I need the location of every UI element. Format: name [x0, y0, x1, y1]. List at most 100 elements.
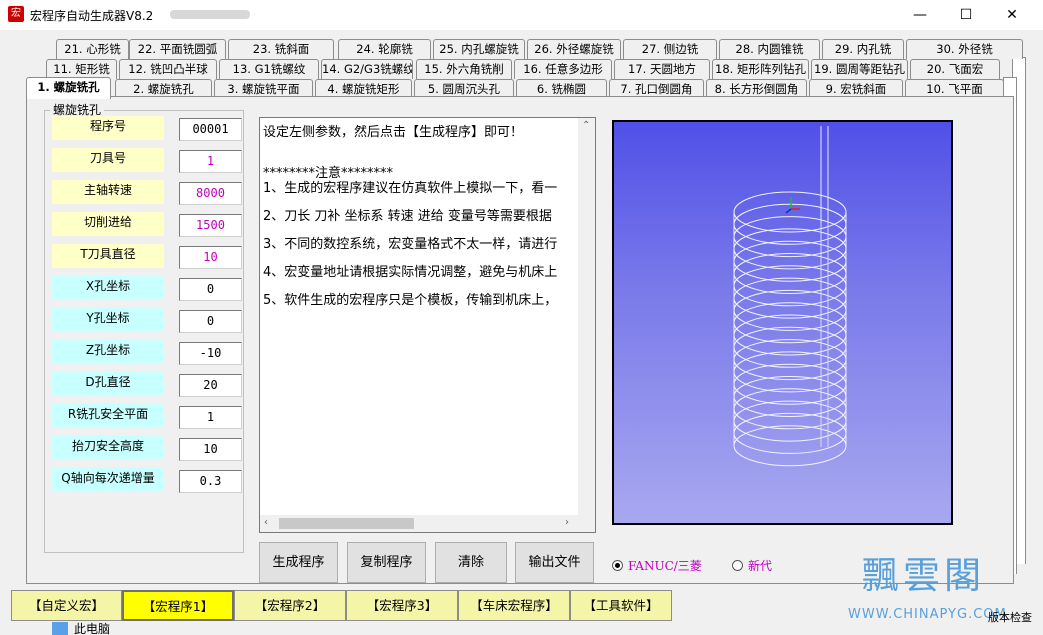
helix-loop: [733, 314, 847, 356]
tab-row2-2[interactable]: 12. 铣凹凸半球: [119, 59, 217, 79]
param-label-9: D孔直径: [52, 372, 164, 396]
window-title: 宏程序自动生成器V8.2: [30, 9, 154, 23]
param-input-10[interactable]: 1: [179, 406, 242, 429]
radio-xindai[interactable]: 新代: [732, 558, 772, 574]
helix-loop: [733, 326, 847, 368]
vertical-scrollbar[interactable]: ⌃: [578, 118, 595, 516]
text-line-4: 1、生成的宏程序建议在仿真软件上模拟一下，看一: [263, 181, 558, 196]
maximize-button[interactable]: ☐: [943, 0, 989, 30]
helix-loop: [733, 388, 847, 430]
helix-loop: [733, 216, 847, 258]
tab-row2-3[interactable]: 13. G1铣螺纹: [219, 59, 319, 79]
tab-row1-1[interactable]: 21. 心形铣: [56, 39, 129, 59]
radio-xindai-label: 新代: [748, 559, 773, 573]
tab-row2-10[interactable]: 20. 飞面宏: [910, 59, 1000, 79]
tab-row1-7[interactable]: 27. 侧边铣: [623, 39, 717, 59]
tab-row1-2[interactable]: 22. 平面铣圆弧: [129, 39, 226, 59]
param-input-8[interactable]: -10: [179, 342, 242, 365]
tab-row1-8[interactable]: 28. 内圆锥铣: [719, 39, 820, 59]
tab-row2-7[interactable]: 17. 天圆地方: [614, 59, 710, 79]
watermark-logo: 飄雲閣: [862, 554, 985, 597]
text-line-8: 5、软件生成的宏程序只是个模板，传输到机床上，: [263, 293, 558, 308]
param-input-6[interactable]: 0: [179, 278, 242, 301]
computer-icon: [52, 622, 68, 635]
param-input-12[interactable]: 0.3: [179, 470, 242, 493]
helix-loop: [733, 289, 847, 331]
bottom-tab-6[interactable]: 【工具软件】: [570, 590, 672, 621]
title-bar: 宏 宏程序自动生成器V8.2 — ☐ ✕: [0, 0, 1043, 30]
param-label-7: Y孔坐标: [52, 308, 164, 332]
helix-loop: [733, 425, 847, 467]
param-input-5[interactable]: 10: [179, 246, 242, 269]
tab-row1-6[interactable]: 26. 外径螺旋铣: [527, 39, 621, 59]
text-line-5: 2、刀长 刀补 坐标系 转速 进给 变量号等需要根据: [263, 209, 552, 224]
export-file-button[interactable]: 输出文件: [515, 542, 594, 583]
helix-loop: [733, 363, 847, 405]
app-icon: 宏: [8, 6, 24, 22]
scroll-up-icon[interactable]: ⌃: [582, 120, 590, 131]
param-label-8: Z孔坐标: [52, 340, 164, 364]
helix-loop: [733, 228, 847, 270]
param-input-7[interactable]: 0: [179, 310, 242, 333]
param-label-2: 刀具号: [52, 148, 164, 172]
param-input-3[interactable]: 8000: [179, 182, 242, 205]
param-input-1[interactable]: 00001: [179, 118, 242, 141]
horizontal-scrollbar[interactable]: ‹ ›: [260, 515, 595, 532]
helix-loop: [733, 191, 847, 233]
param-input-11[interactable]: 10: [179, 438, 242, 461]
tab-row2-1[interactable]: 11. 矩形铣: [46, 59, 117, 79]
helix-loop: [733, 265, 847, 307]
param-label-3: 主轴转速: [52, 180, 164, 204]
minimize-button[interactable]: —: [897, 0, 943, 30]
bottom-tab-4[interactable]: 【宏程序3】: [346, 590, 458, 621]
helix-toolpath-graphic: [733, 126, 847, 467]
radio-xindai-dot[interactable]: [732, 560, 743, 571]
version-check-link[interactable]: 版本检查: [988, 609, 1032, 625]
helix-loop: [733, 302, 847, 344]
text-line-7: 4、宏变量地址请根据实际情况调整，避免与机床上: [263, 265, 558, 280]
tab-row2-6[interactable]: 16. 任意多边形: [514, 59, 612, 79]
tab-row3-1[interactable]: 1. 螺旋铣孔: [26, 77, 111, 99]
helix-loop: [733, 277, 847, 319]
tab-row1-9[interactable]: 29. 内孔铣: [822, 39, 904, 59]
helix-loop: [733, 376, 847, 417]
tab-row-2: 11. 矩形铣 12. 铣凹凸半球 13. G1铣螺纹 14. G2/G3铣螺纹 15.…: [0, 59, 1043, 79]
radio-fanuc-dot[interactable]: [612, 560, 623, 571]
tab-row1-10[interactable]: 30. 外径铣: [906, 39, 1023, 59]
tab-row2-9[interactable]: 19. 圆周等距钻孔: [811, 59, 908, 79]
radio-fanuc[interactable]: FANUC/三菱: [612, 558, 702, 574]
bottom-tab-3[interactable]: 【宏程序2】: [234, 590, 346, 621]
bottom-tab-1[interactable]: 【自定义宏】: [11, 590, 122, 621]
horizontal-scroll-thumb[interactable]: [279, 518, 414, 529]
text-line-6: 3、不同的数控系统，宏变量格式不太一样，请进行: [263, 237, 558, 252]
param-input-4[interactable]: 1500: [179, 214, 242, 237]
tab-row1-3[interactable]: 23. 铣斜面: [228, 39, 334, 59]
text-line-1: 设定左侧参数，然后点击【生成程序】即可！: [263, 125, 524, 140]
helix-loop: [733, 339, 847, 381]
param-label-6: X孔坐标: [52, 276, 164, 300]
clear-button[interactable]: 清除: [435, 542, 507, 583]
bottom-tab-2[interactable]: 【宏程序1】: [122, 590, 234, 621]
taskbar-this-pc-label: 此电脑: [74, 622, 111, 635]
toolpath-viewport[interactable]: [612, 120, 953, 525]
tab-row2-4[interactable]: 14. G2/G3铣螺纹: [321, 59, 413, 79]
z-axis-icon: [785, 208, 792, 214]
close-button[interactable]: ✕: [989, 0, 1035, 30]
tab-row1-4[interactable]: 24. 轮廓铣: [338, 39, 431, 59]
scroll-right-icon[interactable]: ›: [565, 517, 569, 528]
helix-loop: [733, 253, 847, 294]
title-redacted: [170, 10, 250, 19]
tab-row2-8[interactable]: 18. 矩形阵列钻孔: [712, 59, 809, 79]
param-label-1: 程序号: [52, 116, 164, 140]
tab-row1-5[interactable]: 25. 内孔螺旋铣: [433, 39, 525, 59]
program-text-area[interactable]: 设定左侧参数，然后点击【生成程序】即可！ ********注意******** 1、…: [259, 117, 596, 533]
param-label-12: Q轴向每次递增量: [52, 468, 164, 492]
generate-program-button[interactable]: 生成程序: [259, 542, 338, 583]
copy-program-button[interactable]: 复制程序: [347, 542, 426, 583]
param-label-5: T刀具直径: [52, 244, 164, 268]
tab-row2-5[interactable]: 15. 外六角铣削: [416, 59, 512, 79]
scroll-left-icon[interactable]: ‹: [264, 517, 268, 528]
param-input-2[interactable]: 1: [179, 150, 242, 173]
bottom-tab-5[interactable]: 【车床宏程序】: [458, 590, 570, 621]
param-input-9[interactable]: 20: [179, 374, 242, 397]
